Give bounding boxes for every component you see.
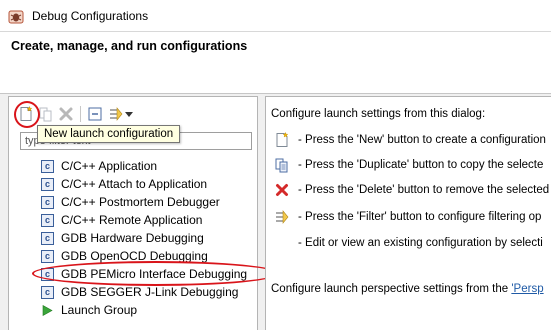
configuration-tree-pane: type filter text New launch configuratio… — [8, 96, 279, 330]
c-icon: c — [41, 231, 54, 245]
tree-item-cpp-application[interactable]: c C/C++ Application — [41, 157, 256, 175]
c-icon: c — [41, 213, 54, 227]
duplicate-icon — [274, 157, 290, 173]
perspective-settings-text: Configure launch perspective settings fr… — [271, 283, 544, 295]
tree-item-label: C/C++ Attach to Application — [61, 177, 208, 191]
tree-item-label: Launch Group — [61, 303, 138, 317]
filter-instruction-row: - Press the 'Filter' button to configure… — [274, 208, 541, 226]
tree-item-gdb-pemicro[interactable]: c GDB PEMicro Interface Debugging — [32, 261, 279, 286]
perspectives-link[interactable]: 'Persp — [511, 283, 543, 295]
new-instruction-text: - Press the 'New' button to create a con… — [298, 134, 546, 146]
view-menu-chevron-icon[interactable] — [123, 105, 135, 123]
delete-instruction-row: - Press the 'Delete' button to remove th… — [274, 181, 549, 199]
edit-instruction-row: - Edit or view an existing configuration… — [274, 234, 543, 252]
tree-item-launch-group[interactable]: Launch Group — [41, 301, 256, 319]
duplicate-instruction-row: - Press the 'Duplicate' button to copy t… — [274, 156, 543, 174]
new-launch-configuration-tooltip: New launch configuration — [37, 125, 181, 143]
title-bar: Debug Configurations — [0, 0, 551, 32]
dialog-header: Create, manage, and run configurations — [0, 32, 551, 94]
header-title: Create, manage, and run configurations — [11, 39, 248, 53]
collapse-all-icon[interactable] — [86, 105, 104, 123]
tree-item-label: GDB Hardware Debugging — [61, 231, 204, 245]
new-icon — [274, 132, 290, 148]
delete-icon — [274, 182, 290, 198]
launch-group-icon — [41, 304, 54, 317]
perspective-settings-label: Configure launch perspective settings fr… — [271, 283, 512, 295]
c-icon: c — [41, 249, 54, 263]
tree-item-gdb-segger[interactable]: c GDB SEGGER J-Link Debugging — [41, 283, 256, 301]
c-icon: c — [41, 159, 54, 173]
tree-item-cpp-remote[interactable]: c C/C++ Remote Application — [41, 211, 256, 229]
delete-icon[interactable] — [57, 105, 75, 123]
filter-icon — [274, 209, 290, 225]
c-icon: c — [41, 285, 54, 299]
delete-instruction-text: - Press the 'Delete' button to remove th… — [298, 184, 550, 196]
window-title: Debug Configurations — [32, 9, 149, 23]
tree-item-cpp-attach[interactable]: c C/C++ Attach to Application — [41, 175, 256, 193]
tree-item-label: C/C++ Remote Application — [61, 213, 203, 227]
toolbar-separator — [80, 106, 81, 122]
tree-item-gdb-hardware[interactable]: c GDB Hardware Debugging — [41, 229, 256, 247]
c-icon: c — [41, 195, 54, 209]
new-button-highlight-circle — [14, 101, 40, 128]
new-instruction-row: - Press the 'New' button to create a con… — [274, 131, 546, 149]
tree-item-cpp-postmortem[interactable]: c C/C++ Postmortem Debugger — [41, 193, 256, 211]
tree-item-label: C/C++ Application — [61, 159, 158, 173]
filter-instruction-text: - Press the 'Filter' button to configure… — [298, 211, 542, 223]
duplicate-instruction-text: - Press the 'Duplicate' button to copy t… — [298, 159, 544, 171]
c-icon: c — [41, 177, 54, 191]
edit-instruction-text: - Edit or view an existing configuration… — [298, 237, 543, 249]
tree-item-label: C/C++ Postmortem Debugger — [61, 195, 220, 209]
launch-settings-intro: Configure launch settings from this dial… — [271, 108, 486, 120]
configuration-details-pane: Configure launch settings from this dial… — [265, 96, 551, 330]
tree-item-label: GDB SEGGER J-Link Debugging — [61, 285, 239, 299]
debug-configurations-icon — [8, 9, 24, 25]
configuration-type-tree: c C/C++ Application c C/C++ Attach to Ap… — [32, 157, 279, 319]
